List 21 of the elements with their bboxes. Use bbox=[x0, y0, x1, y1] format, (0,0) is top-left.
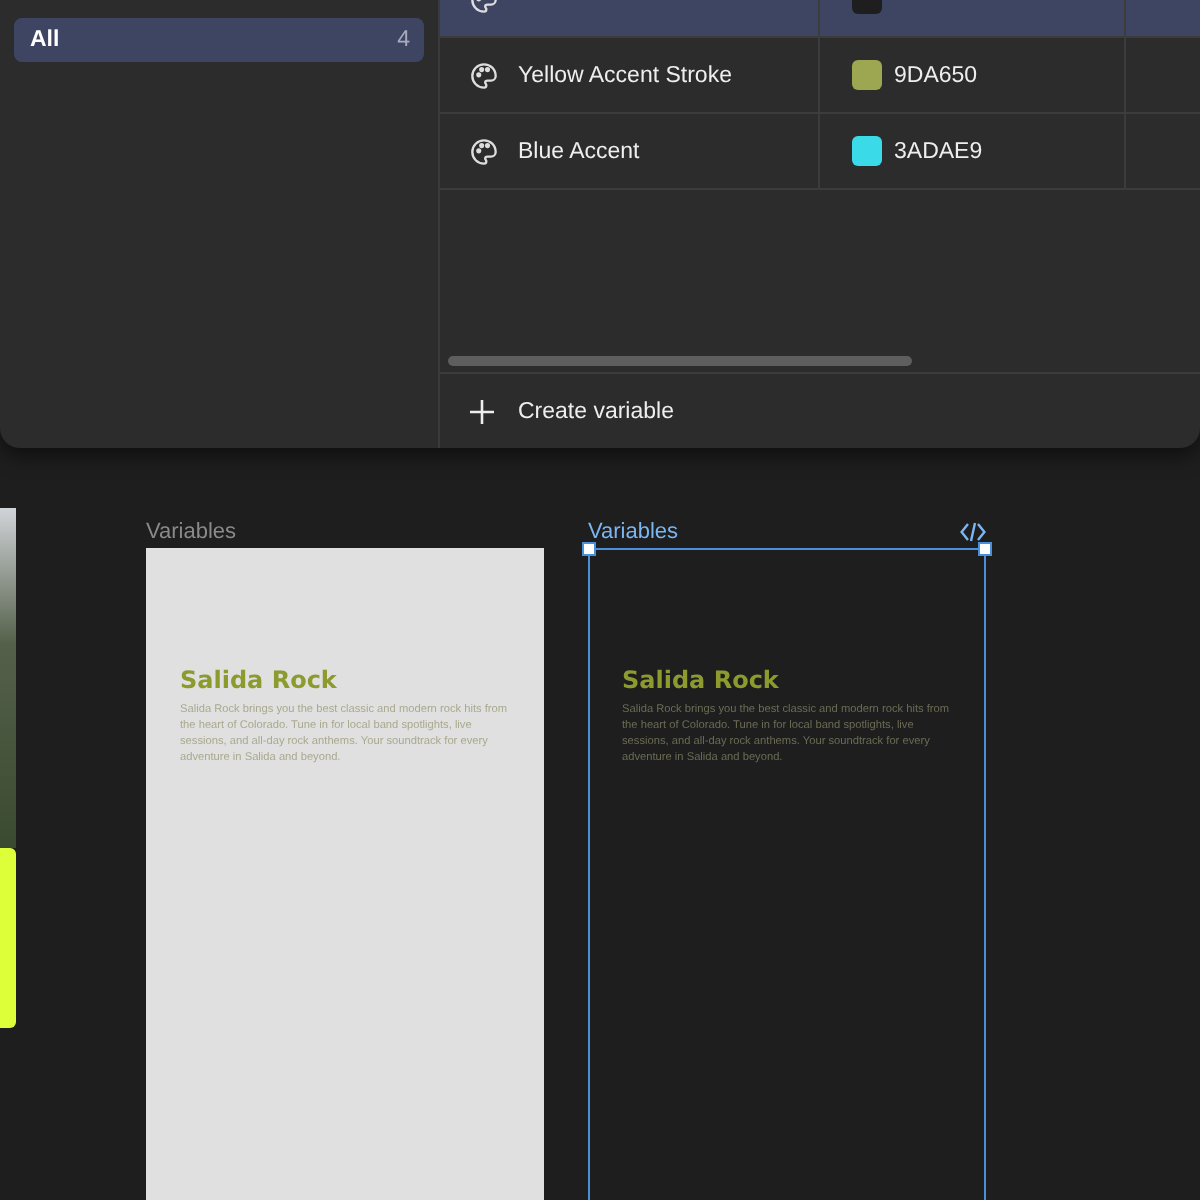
frame-label[interactable]: Variables bbox=[146, 520, 237, 544]
variable-row[interactable]: Blue Accent 3ADAE9 bbox=[440, 114, 1200, 190]
create-variable-button[interactable]: Create variable bbox=[470, 399, 674, 423]
variable-row[interactable]: Yellow Accent Stroke 9DA650 bbox=[440, 38, 1200, 114]
color-value: 3ADAE9 bbox=[894, 139, 983, 163]
plus-icon bbox=[470, 399, 494, 423]
group-count: 4 bbox=[397, 28, 410, 52]
frame-label[interactable]: Variables bbox=[588, 520, 679, 544]
color-value: 9DA650 bbox=[894, 63, 978, 87]
palette-icon bbox=[470, 61, 498, 89]
variable-name: Yellow Accent Stroke bbox=[518, 63, 732, 87]
group-item[interactable]: All 4 bbox=[14, 18, 424, 62]
palette-icon bbox=[470, 137, 498, 165]
group-label: All bbox=[30, 28, 60, 52]
code-icon[interactable] bbox=[960, 522, 986, 542]
variable-name: Blue Accent bbox=[518, 139, 640, 163]
resize-handle[interactable] bbox=[582, 542, 596, 556]
resize-handle[interactable] bbox=[978, 542, 992, 556]
frame-title: Salida Rock bbox=[622, 666, 781, 694]
frame-title: Salida Rock bbox=[180, 666, 339, 694]
scrollbar[interactable] bbox=[448, 356, 912, 366]
